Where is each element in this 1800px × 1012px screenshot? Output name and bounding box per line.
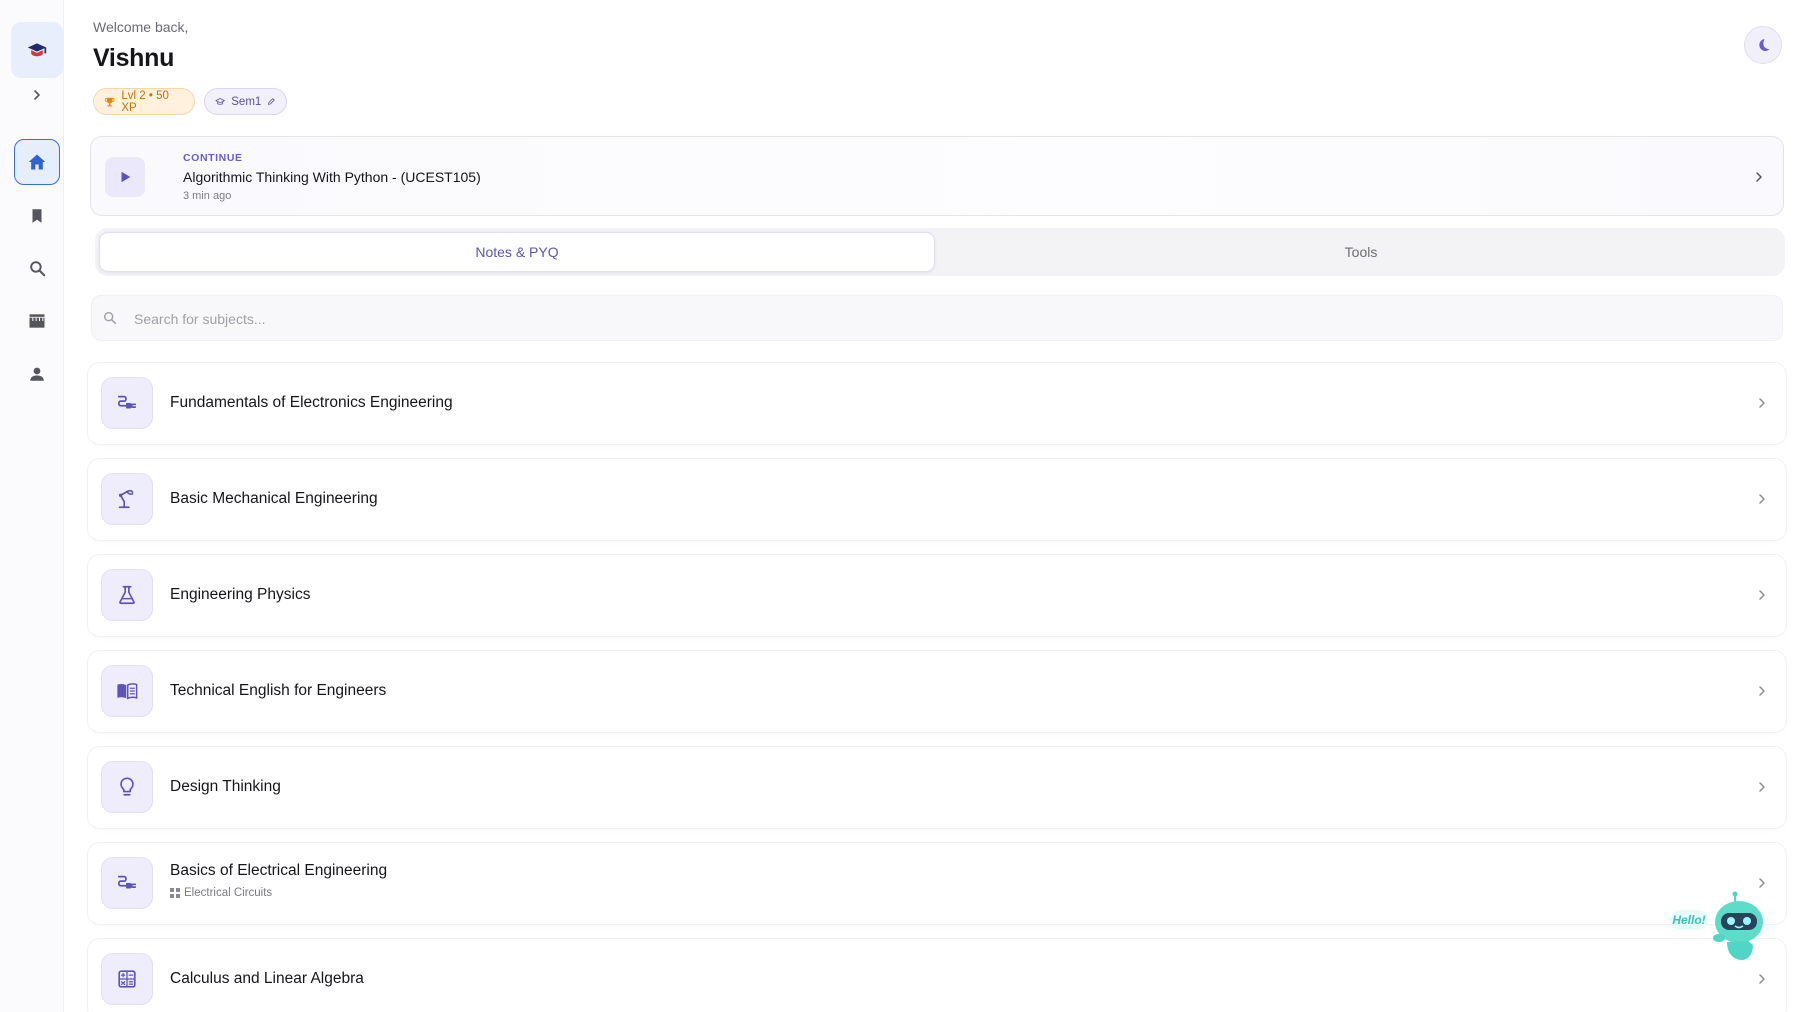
robot-mascot-icon: Hello!: [1670, 891, 1763, 960]
subject-chevron: [1752, 679, 1772, 703]
subject-list: Fundamentals of Electronics Engineering …: [88, 363, 1786, 1012]
subject-chevron: [1752, 583, 1772, 607]
xp-badge[interactable]: Lvl 2 • 50 XP: [93, 88, 195, 115]
subject-name: Design Thinking: [170, 778, 281, 795]
subject-chevron: [1752, 967, 1772, 991]
nav-home[interactable]: [14, 139, 60, 185]
subject-tag-label: Electrical Circuits: [184, 887, 273, 899]
search-icon: [29, 260, 45, 276]
subject-icon-box: [101, 953, 153, 1005]
person-icon: [30, 367, 44, 381]
subject-icon-box: [101, 377, 153, 429]
nav-store[interactable]: [14, 298, 60, 344]
semester-badge[interactable]: Sem1: [204, 88, 287, 115]
electrical-plug-icon: [117, 395, 137, 409]
subject-chevron: [1752, 391, 1772, 415]
theme-toggle-button[interactable]: [1744, 26, 1782, 64]
chevron-right-icon: [1759, 590, 1765, 600]
edit-icon: [268, 98, 275, 105]
subject-tag: Electrical Circuits: [170, 887, 272, 899]
subject-name: Basics of Electrical Engineering: [170, 862, 388, 879]
continue-label: CONTINUE: [183, 152, 243, 164]
subject-card[interactable]: Fundamentals of Electronics Engineering: [88, 363, 1786, 444]
subject-card[interactable]: Basics of Electrical Engineering Electri…: [88, 843, 1786, 924]
nav-search[interactable]: [14, 245, 60, 291]
continue-chevron: [1749, 165, 1769, 189]
subject-icon-box: [101, 857, 153, 909]
sidebar-expand-button[interactable]: [26, 84, 48, 106]
chevron-right-icon: [1759, 782, 1765, 792]
user-name: Vishnu: [93, 44, 175, 72]
calculator-icon: [118, 970, 136, 988]
search-icon: [103, 311, 117, 325]
continue-timestamp: 3 min ago: [183, 190, 232, 202]
store-icon: [29, 314, 45, 328]
welcome-text: Welcome back,: [93, 19, 189, 35]
subject-icon-box: [101, 665, 153, 717]
tab-notes-pyq[interactable]: Notes & PYQ: [99, 232, 935, 272]
subject-chevron: [1752, 775, 1772, 799]
app-logo[interactable]: [11, 22, 63, 78]
play-icon: [121, 171, 131, 183]
graduation-cap-icon: [27, 43, 47, 57]
main-content: Welcome back, Vishnu Lvl 2 • 50 XP Sem1: [64, 0, 1800, 1012]
chatbot-mascot[interactable]: Hello!: [1668, 890, 1778, 970]
chevron-right-icon: [1756, 172, 1762, 182]
chevron-right-icon: [1759, 398, 1765, 408]
robotic-arm-icon: [118, 489, 134, 509]
subject-card[interactable]: Calculus and Linear Algebra: [88, 939, 1786, 1012]
subject-chevron: [1752, 487, 1772, 511]
moon-icon: [1759, 39, 1770, 51]
chevron-right-icon: [1759, 686, 1765, 696]
subject-icon-box: [101, 473, 153, 525]
subject-name: Calculus and Linear Algebra: [170, 970, 364, 987]
grid-icon: [170, 888, 180, 898]
chevron-right-icon: [1759, 974, 1765, 984]
bookmark-icon: [32, 209, 42, 223]
section-tabs: Notes & PYQ Tools: [95, 228, 1785, 276]
xp-text: Lvl 2 • 50 XP: [121, 89, 169, 114]
subject-icon-box: [101, 569, 153, 621]
subject-icon-box: [101, 761, 153, 813]
electrical-plug-icon: [117, 875, 137, 889]
chevron-right-icon: [1759, 878, 1765, 888]
continue-learning-card[interactable]: CONTINUE Algorithmic Thinking With Pytho…: [90, 136, 1784, 216]
subject-name: Fundamentals of Electronics Engineering: [170, 394, 453, 411]
subject-name: Basic Mechanical Engineering: [170, 490, 378, 507]
nav-profile[interactable]: [14, 351, 60, 397]
nav-bookmarks[interactable]: [14, 193, 60, 239]
home-icon: [28, 154, 46, 170]
play-button[interactable]: [105, 157, 145, 197]
subject-search-bar: [91, 295, 1783, 341]
semester-text: Sem1: [231, 95, 262, 108]
trophy-icon: [105, 97, 115, 106]
sidebar: [0, 0, 64, 1012]
chevron-right-icon: [34, 90, 40, 100]
tab-tools[interactable]: Tools: [941, 232, 1781, 272]
chevron-right-icon: [1759, 494, 1765, 504]
continue-title: Algorithmic Thinking With Python - (UCES…: [183, 169, 481, 185]
subject-card[interactable]: Basic Mechanical Engineering: [88, 459, 1786, 540]
subject-name: Technical English for Engineers: [170, 682, 387, 699]
open-book-icon: [117, 683, 138, 700]
subject-search-input[interactable]: [134, 306, 1734, 332]
subject-card[interactable]: Design Thinking: [88, 747, 1786, 828]
subject-name: Engineering Physics: [170, 586, 311, 603]
lightbulb-icon: [120, 777, 134, 796]
flask-icon: [119, 585, 135, 605]
graduation-cap-outline-icon: [215, 98, 225, 105]
subject-card[interactable]: Technical English for Engineers: [88, 651, 1786, 732]
mascot-greeting: Hello!: [1672, 913, 1705, 927]
subject-card[interactable]: Engineering Physics: [88, 555, 1786, 636]
